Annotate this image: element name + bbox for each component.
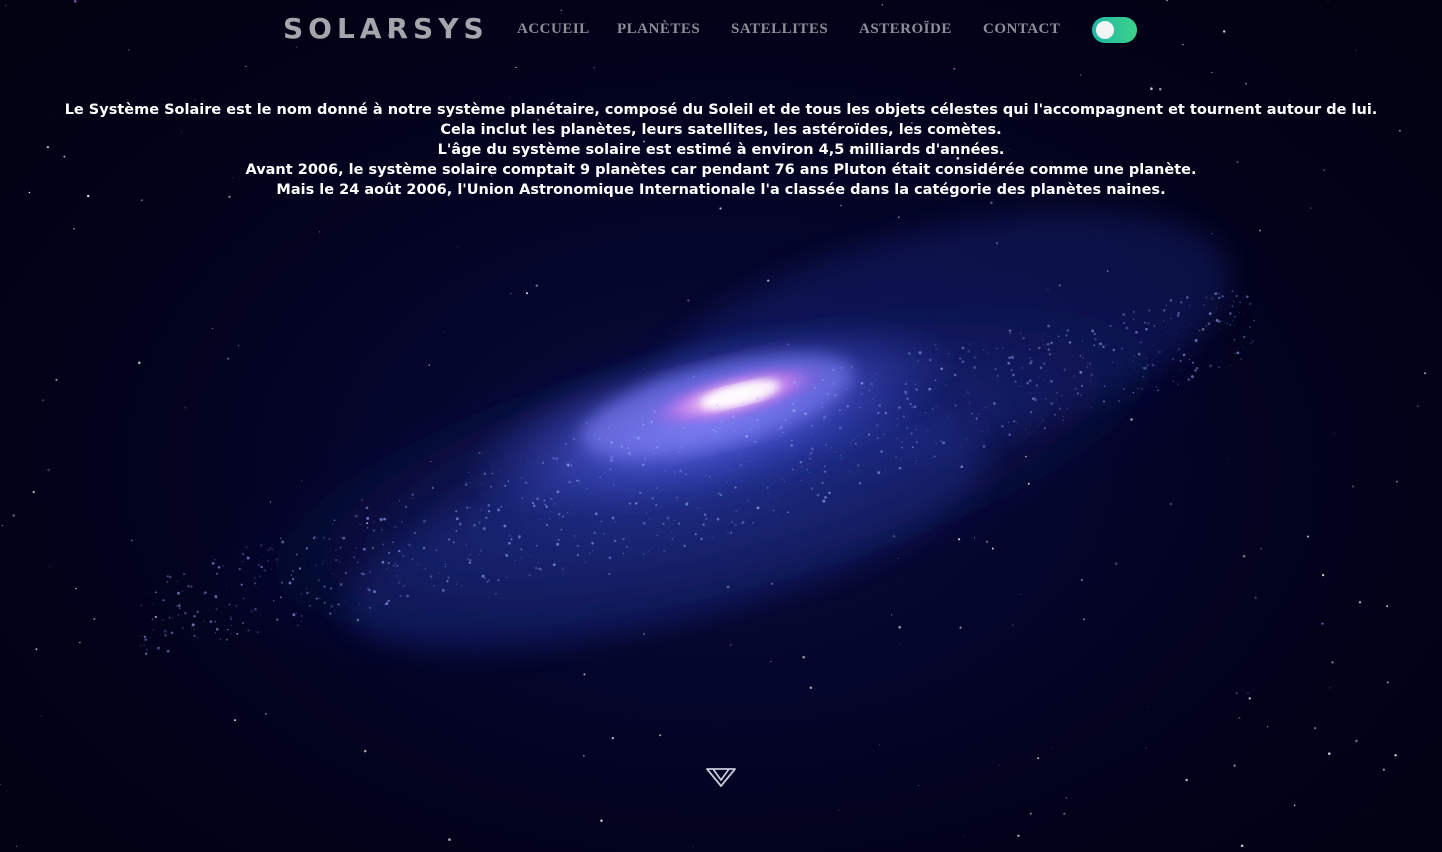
- nav-item-contact[interactable]: CONTACT: [983, 21, 1060, 38]
- site-logo[interactable]: SOLARSYS: [283, 12, 489, 45]
- nav-item-satellites[interactable]: SATELLITES: [731, 21, 828, 38]
- nav-item-asteroide[interactable]: ASTEROÏDE: [859, 21, 952, 38]
- page: SOLARSYS ACCUEIL PLANÈTES SATELLITES AST…: [0, 0, 1442, 852]
- chevron-down-icon[interactable]: [704, 764, 738, 790]
- intro-line-5: Mais le 24 août 2006, l'Union Astronomiq…: [276, 182, 1166, 198]
- nav-item-planetes[interactable]: PLANÈTES: [617, 21, 700, 38]
- navbar: SOLARSYS ACCUEIL PLANÈTES SATELLITES AST…: [0, 0, 1442, 62]
- intro-line-4: Avant 2006, le système solaire comptait …: [245, 162, 1197, 178]
- intro-line-1: Le Système Solaire est le nom donné à no…: [64, 102, 1378, 118]
- intro-line-3: L'âge du système solaire est estimé à en…: [437, 142, 1005, 158]
- nav-item-accueil[interactable]: ACCUEIL: [517, 21, 590, 38]
- intro-text: Le Système Solaire est le nom donné à no…: [0, 100, 1442, 200]
- theme-toggle-switch[interactable]: [1092, 17, 1137, 43]
- toggle-knob: [1096, 21, 1114, 39]
- intro-line-2: Cela inclut les planètes, leurs satellit…: [440, 122, 1002, 138]
